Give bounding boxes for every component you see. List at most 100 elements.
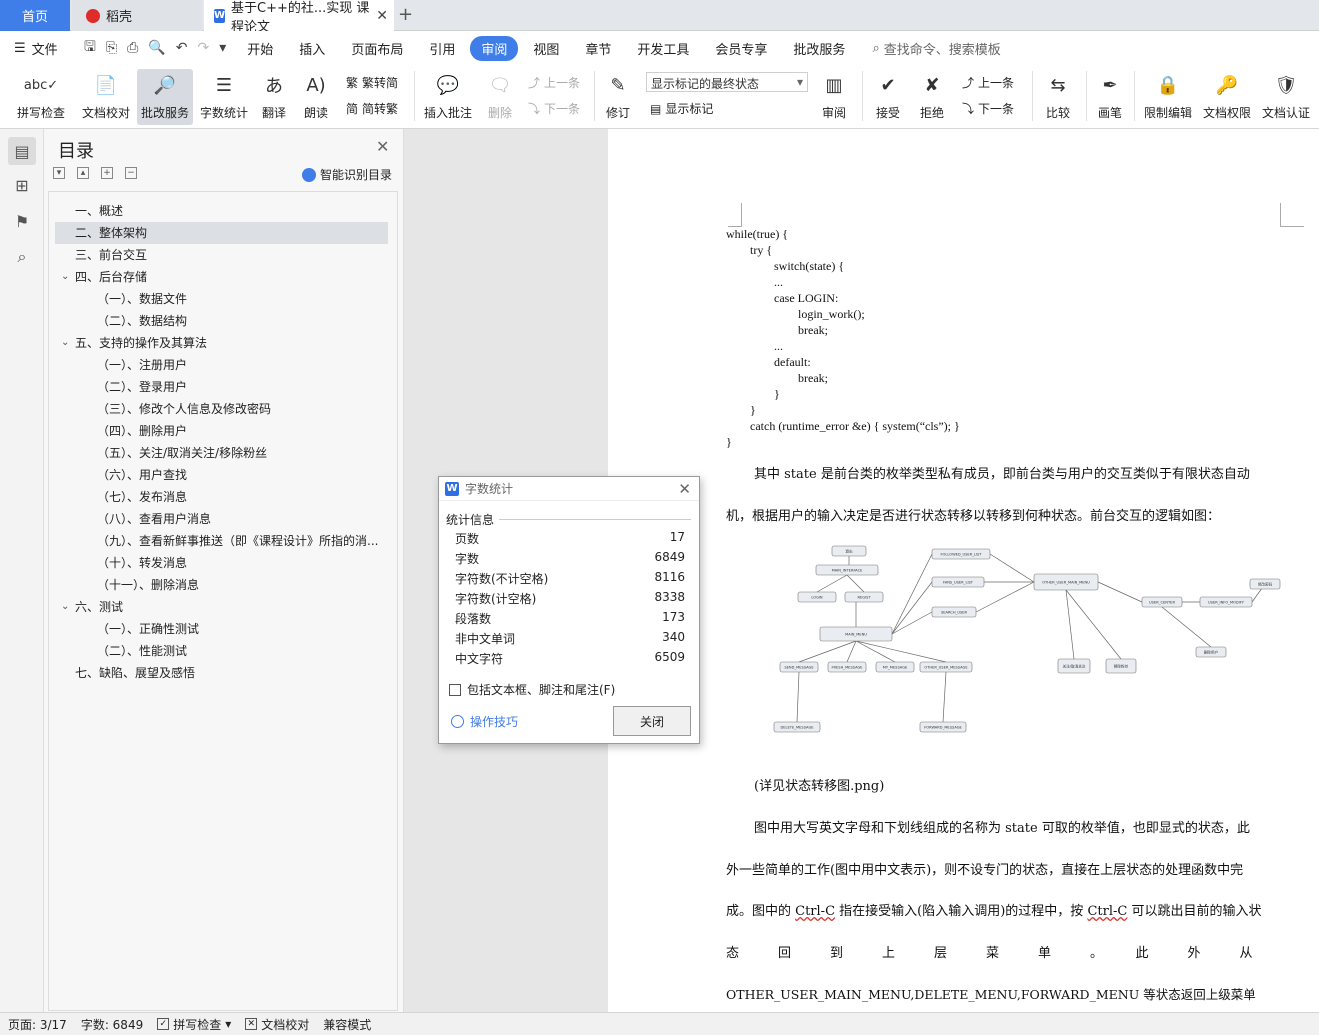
toc-item[interactable]: （十一）、删除消息 [55,574,388,596]
menu-correct-service[interactable]: 批改服务 [782,36,856,61]
toc-item[interactable]: 一、概述 [55,200,388,222]
tab-close-icon[interactable]: ✕ [376,8,388,24]
menu-developer[interactable]: 开发工具 [626,36,700,61]
trad-to-simp-button[interactable]: 繁繁转简 [346,74,398,91]
toc-item[interactable]: 四、后台存储 [55,266,388,288]
word-count-button[interactable]: ☰ 字数统计 [197,69,251,125]
menu-insert[interactable]: 插入 [288,36,336,61]
toc-item[interactable]: 二、整体架构 [55,222,388,244]
dialog-titlebar[interactable]: W 字数统计 [439,477,699,501]
next-comment-button[interactable]: ⤵ 下一条 [528,100,580,117]
accept-button[interactable]: ✔ 接受 [868,69,908,125]
close-button[interactable]: 关闭 [613,706,691,736]
undo-icon[interactable]: ↶ [176,40,188,56]
toc-item[interactable]: （二）、登录用户 [55,376,388,398]
expand-all-icon[interactable]: + [101,167,113,179]
close-icon[interactable]: ✕ [376,137,389,156]
simp-to-trad-button[interactable]: 简简转繁 [346,100,398,117]
toc-panel-icon[interactable]: ▤ [8,137,36,165]
pen-button[interactable]: ✒ 画笔 [1092,69,1128,125]
menu-reference[interactable]: 引用 [418,36,466,61]
spell-check-button[interactable]: abc✓ 拼写检查 [8,69,74,125]
toc-item[interactable]: （八）、查看用户消息 [55,508,388,530]
close-icon[interactable]: ✕ [678,480,691,498]
tab-home[interactable]: 首页 [0,0,70,31]
toc-item[interactable]: （二）、数据结构 [55,310,388,332]
markup-display-select[interactable]: 显示标记的最终状态 [646,72,808,92]
prev-revision-button[interactable]: ⤴ 上一条 [962,74,1014,91]
compare-button[interactable]: ⇆ 比较 [1038,69,1078,125]
page-corner-mark [728,203,742,227]
show-markup-button[interactable]: ▤ 显示标记 [650,100,713,117]
word-count-indicator[interactable]: 字数: 6849 [81,1016,143,1033]
prev-comment-button[interactable]: ⤴ 上一条 [528,74,580,91]
menu-section[interactable]: 章节 [574,36,622,61]
toc-item[interactable]: （十）、转发消息 [55,552,388,574]
spell-error[interactable]: Ctrl-C [1087,904,1127,919]
doc-check-button[interactable]: 📄 文档校对 [78,69,134,125]
toc-item[interactable]: （一）、数据文件 [55,288,388,310]
tab-daoke[interactable]: 稻壳 [72,0,202,31]
toc-item[interactable]: （一）、正确性测试 [55,618,388,640]
toc-item[interactable]: 五、支持的操作及其算法 [55,332,388,354]
chevron-down-icon[interactable]: ⌄ [61,271,69,282]
doc-certify-icon: 🛡 [1274,74,1298,96]
toc-item[interactable]: （三）、修改个人信息及修改密码 [55,398,388,420]
collapse-down-icon[interactable]: ▾ [53,167,65,179]
document-page[interactable]: while(true) { try { switch(state) { ... … [608,129,1319,1012]
customize-icon[interactable]: ▾ [219,40,226,56]
diagram-node-label: USER_INFO_MODIFY [1208,601,1245,605]
delete-comment-button[interactable]: 🗨 删除 [480,69,520,125]
smart-toc-button[interactable]: 智能识别目录 [302,166,392,183]
review-pane-icon: ▥ [825,74,843,96]
doc-check-status[interactable]: ✕ 文档校对 [245,1016,309,1033]
toc-item[interactable]: （九）、查看新鲜事推送（即《课程设计》所指的消... [55,530,388,552]
tips-link[interactable]: 操作技巧 [451,713,518,730]
export-icon[interactable]: ⎘ [106,40,117,56]
toc-item[interactable]: （五）、关注/取消关注/移除粉丝 [55,442,388,464]
translate-button[interactable]: あ 翻译 [254,69,294,125]
print-preview-icon[interactable]: 🔍 [148,40,165,56]
toc-item[interactable]: （四）、删除用户 [55,420,388,442]
menu-page-layout[interactable]: 页面布局 [340,36,414,61]
toc-item[interactable]: （七）、发布消息 [55,486,388,508]
print-icon[interactable]: ⎙ [127,40,138,56]
review-pane-button[interactable]: ▥ 审阅 [814,69,854,125]
menu-member[interactable]: 会员专享 [704,36,778,61]
toc-item[interactable]: （二）、性能测试 [55,640,388,662]
command-search[interactable]: ⌕ 查找命令、搜索模板 [872,39,1000,58]
redo-icon[interactable]: ↷ [198,40,210,56]
page-indicator[interactable]: 页面: 3/17 [8,1016,67,1033]
menu-start[interactable]: 开始 [236,36,284,61]
next-revision-button[interactable]: ⤵ 下一条 [962,100,1014,117]
restrict-edit-button[interactable]: 🔒 限制编辑 [1140,69,1196,125]
include-textbox-checkbox[interactable]: 包括文本框、脚注和尾注(F) [449,681,615,698]
chevron-down-icon[interactable]: ⌄ [61,337,69,348]
tab-document[interactable]: W 基于C++的社...实现 课程论文 ✕ [204,0,394,35]
menu-view[interactable]: 视图 [522,36,570,61]
doc-permission-button[interactable]: 🔑 文档权限 [1199,69,1255,125]
save-icon[interactable]: 🖫 [84,36,96,60]
bookmark-icon[interactable]: ⚑ [8,207,36,235]
read-aloud-button[interactable]: A) 朗读 [298,69,334,125]
find-icon[interactable]: ⌕ [8,243,36,271]
collapse-up-icon[interactable]: ▴ [77,167,89,179]
reject-button[interactable]: ✘ 拒绝 [912,69,952,125]
toc-item[interactable]: 三、前台交互 [55,244,388,266]
doc-certify-button[interactable]: 🛡 文档认证 [1258,69,1314,125]
menu-review[interactable]: 审阅 [470,35,519,61]
spell-check-toggle[interactable]: ✓ 拼写检查 ▾ [157,1016,231,1033]
collapse-all-icon[interactable]: − [125,167,137,179]
spell-error[interactable]: Ctrl-C [795,904,835,919]
toc-item[interactable]: 六、测试 [55,596,388,618]
section-nav-icon[interactable]: ⊞ [8,171,36,199]
insert-comment-button[interactable]: 💬 插入批注 [420,69,476,125]
toc-item[interactable]: （一）、注册用户 [55,354,388,376]
correct-service-button[interactable]: 🔎 批改服务 [137,69,193,125]
new-tab-button[interactable]: + [398,4,413,25]
revise-button[interactable]: ✎ 修订 [598,69,638,125]
toc-item[interactable]: （六）、用户查找 [55,464,388,486]
toc-item[interactable]: 七、缺陷、展望及感悟 [55,662,388,684]
chevron-down-icon[interactable]: ⌄ [61,601,69,612]
file-menu[interactable]: ☰ 文件 [0,39,76,58]
